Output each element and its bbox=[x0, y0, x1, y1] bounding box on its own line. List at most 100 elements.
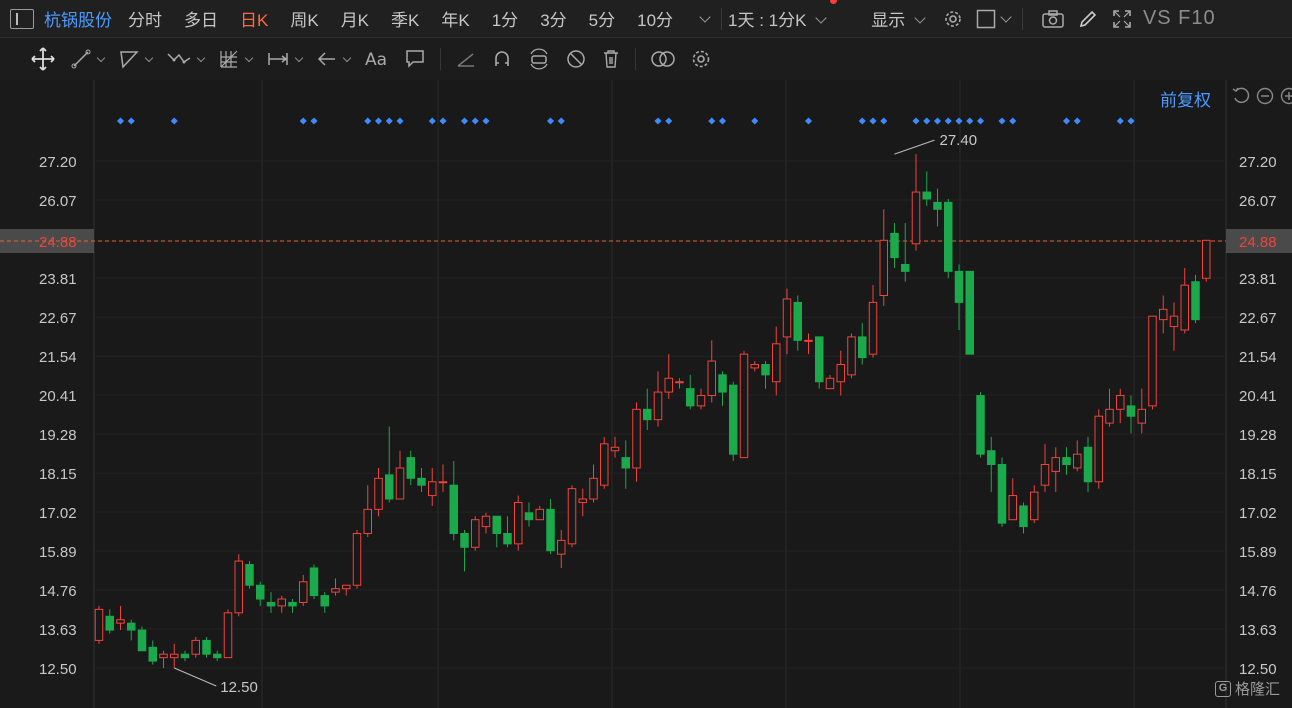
watermark-text: 格隆汇 bbox=[1235, 681, 1281, 698]
more-periods-chevron-icon[interactable] bbox=[699, 10, 711, 23]
line-tool-icon[interactable] bbox=[70, 48, 106, 70]
y-tick-label-left: 13.63 bbox=[39, 622, 77, 639]
candle[interactable] bbox=[976, 392, 985, 458]
tab-6[interactable]: 年K bbox=[441, 6, 469, 31]
channel-tool-icon[interactable] bbox=[118, 48, 154, 70]
candle[interactable] bbox=[1094, 409, 1103, 489]
pencil-icon[interactable] bbox=[1077, 8, 1099, 30]
y-tick-label-right: 26.07 bbox=[1239, 193, 1277, 210]
candle[interactable] bbox=[309, 564, 319, 600]
tab-5[interactable]: 季K bbox=[391, 6, 419, 31]
fibonacci-grid-icon[interactable] bbox=[218, 48, 254, 70]
last-price-label-right: 24.88 bbox=[1239, 234, 1277, 251]
display-menu-button[interactable]: 显示 bbox=[871, 6, 930, 31]
adjust-mode-selector[interactable]: 前复权 bbox=[1160, 86, 1211, 111]
candle[interactable] bbox=[1148, 315, 1157, 410]
y-tick-label-right: 17.02 bbox=[1239, 505, 1277, 522]
camera-icon[interactable] bbox=[1041, 9, 1065, 29]
candle[interactable] bbox=[600, 436, 609, 489]
candle[interactable] bbox=[729, 381, 738, 462]
y-tick-label-left: 20.41 bbox=[39, 388, 77, 405]
y-tick-label-left: 23.81 bbox=[39, 271, 77, 288]
text-tool-icon[interactable]: Aa bbox=[364, 48, 390, 70]
sync-drawings-icon[interactable] bbox=[527, 48, 551, 70]
stock-name[interactable]: 杭锅股份 bbox=[44, 6, 112, 31]
sidebar-toggle-icon[interactable] bbox=[10, 8, 34, 29]
tab-3[interactable]: 周K bbox=[290, 6, 318, 31]
candle[interactable] bbox=[352, 530, 362, 589]
candle[interactable] bbox=[965, 270, 974, 355]
settings-gear-icon[interactable] bbox=[942, 8, 964, 30]
vs-f10-button[interactable]: VS F10 bbox=[1143, 7, 1216, 30]
max-value-label: 27.40 bbox=[940, 132, 978, 149]
candlestick-chart[interactable]: 27.20 27.20 26.07 26.07 24.88 24.88 23.81 23.81… bbox=[0, 80, 1292, 708]
y-tick-label-left: 27.20 bbox=[39, 154, 77, 171]
measure-tool-icon[interactable] bbox=[266, 48, 304, 70]
minute-period-label: 1天 : 1分K bbox=[728, 11, 807, 30]
chevron-down-icon bbox=[144, 53, 154, 62]
min-value-label: 12.50 bbox=[220, 679, 258, 696]
toolbar-settings-gear-icon[interactable] bbox=[690, 48, 712, 70]
y-tick-label-right: 20.41 bbox=[1239, 388, 1277, 405]
y-tick-label-right: 18.15 bbox=[1239, 466, 1277, 483]
tab-1[interactable]: 多日 bbox=[184, 6, 218, 31]
candle[interactable] bbox=[94, 605, 104, 644]
candle[interactable] bbox=[514, 495, 523, 551]
tab-4[interactable]: 月K bbox=[341, 6, 369, 31]
y-tick-label-left: 14.76 bbox=[39, 583, 77, 600]
candle[interactable] bbox=[234, 554, 243, 617]
chevron-down-icon bbox=[342, 53, 352, 62]
chevron-down-icon bbox=[96, 53, 106, 62]
candle[interactable] bbox=[815, 336, 824, 389]
drawing-toolbar: Aa bbox=[0, 38, 1292, 80]
tab-8[interactable]: 3分 bbox=[540, 6, 566, 31]
candle[interactable] bbox=[997, 457, 1007, 527]
zoom-in-icon[interactable] bbox=[1280, 87, 1292, 110]
tab-7[interactable]: 1分 bbox=[492, 6, 518, 31]
candle[interactable] bbox=[739, 350, 749, 459]
candle[interactable] bbox=[223, 609, 233, 659]
brand-logo-icon: G bbox=[1215, 680, 1231, 697]
reset-undo-icon[interactable] bbox=[1232, 87, 1250, 110]
magnet-icon[interactable] bbox=[491, 48, 513, 70]
candle[interactable] bbox=[471, 516, 480, 551]
zoom-out-icon[interactable] bbox=[1256, 87, 1274, 110]
y-tick-label-right: 19.28 bbox=[1239, 427, 1277, 444]
y-tick-label-right: 14.76 bbox=[1239, 583, 1277, 600]
chevron-down-icon bbox=[1000, 10, 1012, 23]
y-tick-label-left: 17.02 bbox=[39, 505, 77, 522]
tab-2[interactable]: 日K bbox=[240, 6, 268, 31]
hide-drawings-icon[interactable] bbox=[565, 48, 587, 70]
wave-tool-icon[interactable] bbox=[166, 48, 206, 70]
candle[interactable] bbox=[191, 636, 200, 658]
last-price-label-left: 24.88 bbox=[39, 234, 77, 251]
trash-icon[interactable] bbox=[601, 48, 621, 70]
candle[interactable] bbox=[1191, 274, 1200, 324]
layout-square-icon[interactable] bbox=[976, 9, 1016, 29]
candle[interactable] bbox=[245, 561, 254, 589]
ruler-angle-icon[interactable] bbox=[455, 48, 477, 70]
tab-9[interactable]: 5分 bbox=[589, 6, 615, 31]
top-tab-bar: 杭锅股份 分时 多日 日K 周K 月K 季K 年K 1分 3分 5分 10分 1天 : 1分K 显示… bbox=[0, 0, 1292, 38]
candle[interactable] bbox=[1202, 239, 1211, 282]
y-tick-label-left: 12.50 bbox=[39, 661, 77, 678]
tab-10[interactable]: 10分 bbox=[637, 6, 673, 31]
arrow-tool-icon[interactable] bbox=[316, 48, 352, 70]
y-tick-label-left: 26.07 bbox=[39, 193, 77, 210]
comment-tool-icon[interactable] bbox=[404, 48, 426, 70]
candle[interactable] bbox=[137, 626, 147, 652]
candle[interactable] bbox=[847, 333, 856, 379]
candle[interactable] bbox=[944, 198, 953, 279]
chevron-down-icon bbox=[914, 12, 926, 24]
move-crosshair-icon[interactable] bbox=[30, 46, 56, 72]
candle[interactable] bbox=[567, 485, 577, 548]
kline-chart-panel[interactable]: 27.20 27.20 26.07 26.07 24.88 24.88 23.81 23.81… bbox=[0, 80, 1292, 708]
candle[interactable] bbox=[202, 636, 211, 658]
compare-circles-icon[interactable] bbox=[650, 48, 676, 70]
watermark: G 格隆汇 bbox=[1215, 678, 1280, 699]
fullscreen-icon[interactable] bbox=[1111, 8, 1133, 30]
minute-period-selector[interactable]: 1天 : 1分K bbox=[728, 0, 838, 31]
y-tick-label-right: 27.20 bbox=[1239, 154, 1277, 171]
tab-0[interactable]: 分时 bbox=[128, 6, 162, 31]
divider bbox=[440, 48, 441, 70]
